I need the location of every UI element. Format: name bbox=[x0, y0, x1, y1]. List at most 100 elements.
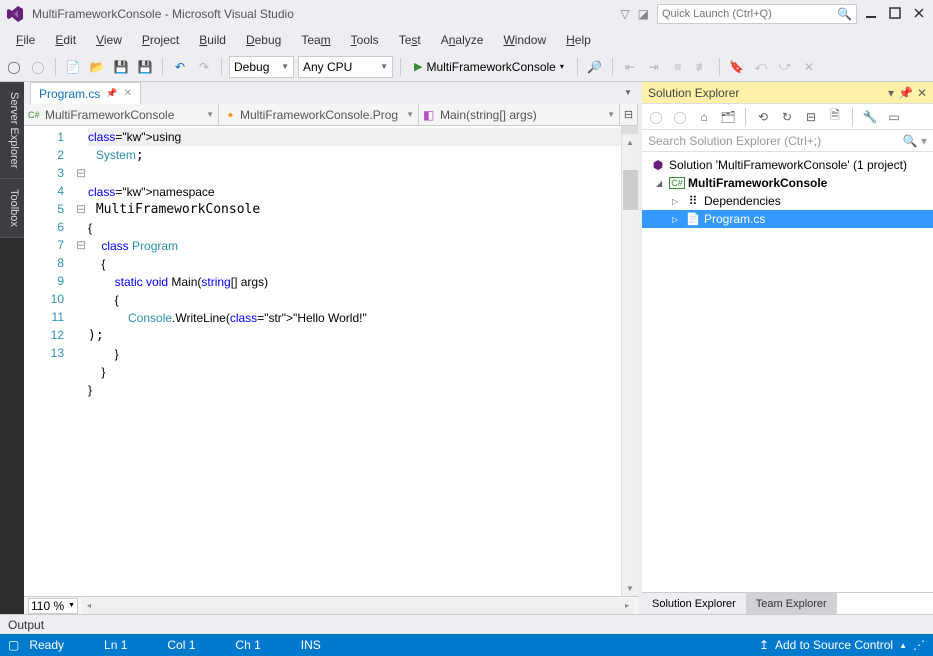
scroll-thumb[interactable] bbox=[623, 170, 638, 210]
home-button[interactable]: ⌂ bbox=[694, 107, 714, 127]
feedback-icon[interactable]: ◪ bbox=[638, 7, 649, 21]
tab-solution-explorer[interactable]: Solution Explorer bbox=[642, 593, 746, 614]
tree-node-file-selected[interactable]: ▷ 📄 Program.cs bbox=[642, 210, 933, 228]
active-files-dropdown[interactable]: ▼ bbox=[618, 82, 638, 102]
code-text[interactable]: class="kw">using System; class="kw">name… bbox=[88, 126, 621, 596]
refresh-button[interactable]: ↻ bbox=[777, 107, 797, 127]
output-panel-header[interactable]: Output bbox=[0, 614, 933, 634]
menu-edit[interactable]: Edit bbox=[47, 31, 84, 49]
maximize-button[interactable] bbox=[889, 7, 903, 21]
menu-help[interactable]: Help bbox=[558, 31, 599, 49]
redo-button[interactable]: ↷ bbox=[194, 57, 214, 77]
menu-window[interactable]: Window bbox=[495, 31, 554, 49]
navbar-scope[interactable]: 🔸 MultiFrameworkConsole.Prog ▼ bbox=[219, 104, 419, 125]
menu-build[interactable]: Build bbox=[191, 31, 234, 49]
start-debug-button[interactable]: ▶ MultiFrameworkConsole ▾ bbox=[408, 60, 570, 74]
toolbox-tab[interactable]: Toolbox bbox=[0, 179, 24, 238]
scroll-left-arrow[interactable]: ◂ bbox=[82, 598, 96, 614]
node-label: Program.cs bbox=[704, 212, 765, 226]
properties-button[interactable]: 🔧 bbox=[860, 107, 880, 127]
document-tab-program[interactable]: Program.cs 📌 ✕ bbox=[30, 82, 141, 104]
chevron-down-icon: ▾ bbox=[560, 62, 564, 71]
search-placeholder: Search Solution Explorer (Ctrl+;) bbox=[648, 134, 821, 148]
split-handle[interactable] bbox=[622, 126, 638, 134]
vs-logo-icon bbox=[6, 5, 24, 23]
resize-grip-icon[interactable]: ⋰ bbox=[913, 638, 925, 652]
sync-button[interactable]: ⟲ bbox=[753, 107, 773, 127]
uncomment-button[interactable]: ≢ bbox=[692, 57, 712, 77]
back-button[interactable]: ◯ bbox=[646, 107, 666, 127]
scroll-up-arrow[interactable]: ▲ bbox=[622, 134, 638, 150]
scroll-down-arrow[interactable]: ▼ bbox=[622, 580, 638, 596]
configuration-value: Debug bbox=[234, 60, 269, 74]
pin-icon[interactable]: 📌 bbox=[106, 88, 117, 99]
tree-node-solution[interactable]: ⬢ Solution 'MultiFrameworkConsole' (1 pr… bbox=[642, 156, 933, 174]
quick-launch-input[interactable]: 🔍 bbox=[657, 4, 857, 24]
comment-button[interactable]: ≡ bbox=[668, 57, 688, 77]
expand-icon[interactable]: ▷ bbox=[672, 215, 682, 224]
minimize-button[interactable] bbox=[865, 7, 879, 21]
menu-tools[interactable]: Tools bbox=[343, 31, 387, 49]
menu-team[interactable]: Team bbox=[293, 31, 338, 49]
indent-less-button[interactable]: ⇤ bbox=[620, 57, 640, 77]
navbar-member-text: Main(string[] args) bbox=[440, 108, 537, 122]
next-bookmark-button[interactable]: ⤻ bbox=[775, 57, 795, 77]
navbar-project[interactable]: C# MultiFrameworkConsole ▼ bbox=[24, 104, 219, 125]
close-tab-button[interactable]: ✕ bbox=[124, 88, 132, 99]
configuration-combo[interactable]: Debug▼ bbox=[229, 56, 294, 78]
zoom-combo[interactable]: 110 % ▼ bbox=[28, 598, 78, 614]
scroll-right-arrow[interactable]: ▸ bbox=[620, 598, 634, 614]
find-combo[interactable]: 🔎 bbox=[585, 57, 605, 77]
chevron-up-icon: ▲ bbox=[899, 641, 907, 650]
solution-toolbar: ◯ ◯ ⌂ 🗂 ⟲ ↻ ⊟ 🗎 🔧 ▭ bbox=[642, 104, 933, 130]
new-project-button[interactable]: 📄 bbox=[63, 57, 83, 77]
tree-node-project[interactable]: ◢ C# MultiFrameworkConsole bbox=[642, 174, 933, 192]
horizontal-scrollbar[interactable]: ◂ ▸ bbox=[82, 598, 634, 614]
panel-menu-button[interactable]: ▾ bbox=[888, 86, 894, 100]
code-editor[interactable]: 12345678910111213 ⊟ ⊟ ⊟ class="kw">using… bbox=[24, 126, 638, 596]
clear-bookmarks-button[interactable]: ✕ bbox=[799, 57, 819, 77]
tab-team-explorer[interactable]: Team Explorer bbox=[746, 593, 837, 614]
panel-close-button[interactable]: ✕ bbox=[917, 86, 927, 100]
solution-search[interactable]: Search Solution Explorer (Ctrl+;) 🔍 ▾ bbox=[642, 130, 933, 152]
menu-test[interactable]: Test bbox=[391, 31, 429, 49]
bookmark-button[interactable]: 🔖 bbox=[727, 57, 747, 77]
expand-icon[interactable]: ▷ bbox=[672, 197, 682, 206]
menu-debug[interactable]: Debug bbox=[238, 31, 289, 49]
indent-more-button[interactable]: ⇥ bbox=[644, 57, 664, 77]
nav-back-button[interactable]: ◯ bbox=[4, 57, 24, 77]
quick-launch-field[interactable] bbox=[662, 8, 837, 20]
panel-pin-button[interactable]: 📌 bbox=[898, 86, 913, 100]
vertical-scrollbar[interactable]: ▲ ▼ bbox=[621, 126, 638, 596]
undo-button[interactable]: ↶ bbox=[170, 57, 190, 77]
navbar-member[interactable]: ◧ Main(string[] args) ▼ bbox=[419, 104, 620, 125]
close-button[interactable] bbox=[913, 7, 927, 21]
menu-view[interactable]: View bbox=[88, 31, 130, 49]
server-explorer-tab[interactable]: Server Explorer bbox=[0, 82, 24, 179]
split-editor-button[interactable]: ⊟ bbox=[620, 104, 638, 125]
notifications-icon[interactable]: ▽ bbox=[620, 7, 629, 21]
collapse-all-button[interactable]: ⊟ bbox=[801, 107, 821, 127]
show-all-files-button[interactable]: 🗎 bbox=[825, 107, 845, 127]
outline-margin[interactable]: ⊟ ⊟ ⊟ bbox=[74, 126, 88, 596]
menu-file[interactable]: File bbox=[8, 31, 43, 49]
forward-button[interactable]: ◯ bbox=[670, 107, 690, 127]
prev-bookmark-button[interactable]: ⤺ bbox=[751, 57, 771, 77]
nav-forward-button[interactable]: ◯ bbox=[28, 57, 48, 77]
source-control-button[interactable]: Add to Source Control bbox=[775, 638, 893, 652]
preview-button[interactable]: ▭ bbox=[884, 107, 904, 127]
solution-tree[interactable]: ⬢ Solution 'MultiFrameworkConsole' (1 pr… bbox=[642, 152, 933, 592]
save-button[interactable]: 💾 bbox=[111, 57, 131, 77]
window-controls bbox=[865, 7, 927, 21]
scope-dropdown[interactable]: 🗂 bbox=[718, 107, 738, 127]
search-icon: 🔍 bbox=[837, 7, 852, 21]
save-all-button[interactable]: 💾 bbox=[135, 57, 155, 77]
separator bbox=[577, 58, 578, 76]
open-file-button[interactable]: 📂 bbox=[87, 57, 107, 77]
collapse-icon[interactable]: ◢ bbox=[656, 179, 666, 188]
menu-project[interactable]: Project bbox=[134, 31, 187, 49]
publish-icon[interactable]: ↥ bbox=[759, 638, 769, 652]
menu-analyze[interactable]: Analyze bbox=[433, 31, 492, 49]
tree-node-dependencies[interactable]: ▷ ⠿ Dependencies bbox=[642, 192, 933, 210]
platform-combo[interactable]: Any CPU▼ bbox=[298, 56, 393, 78]
